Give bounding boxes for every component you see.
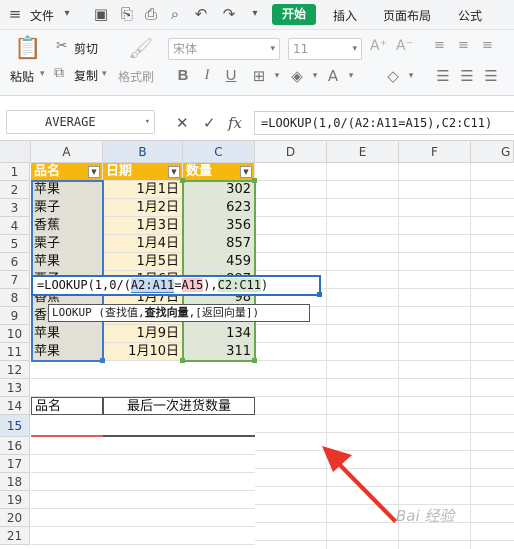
annotation-arrow — [322, 446, 397, 523]
arrow-head — [322, 446, 352, 472]
arrow-shaft — [337, 462, 397, 523]
watermark-logo: Bai 经验 — [396, 507, 455, 525]
